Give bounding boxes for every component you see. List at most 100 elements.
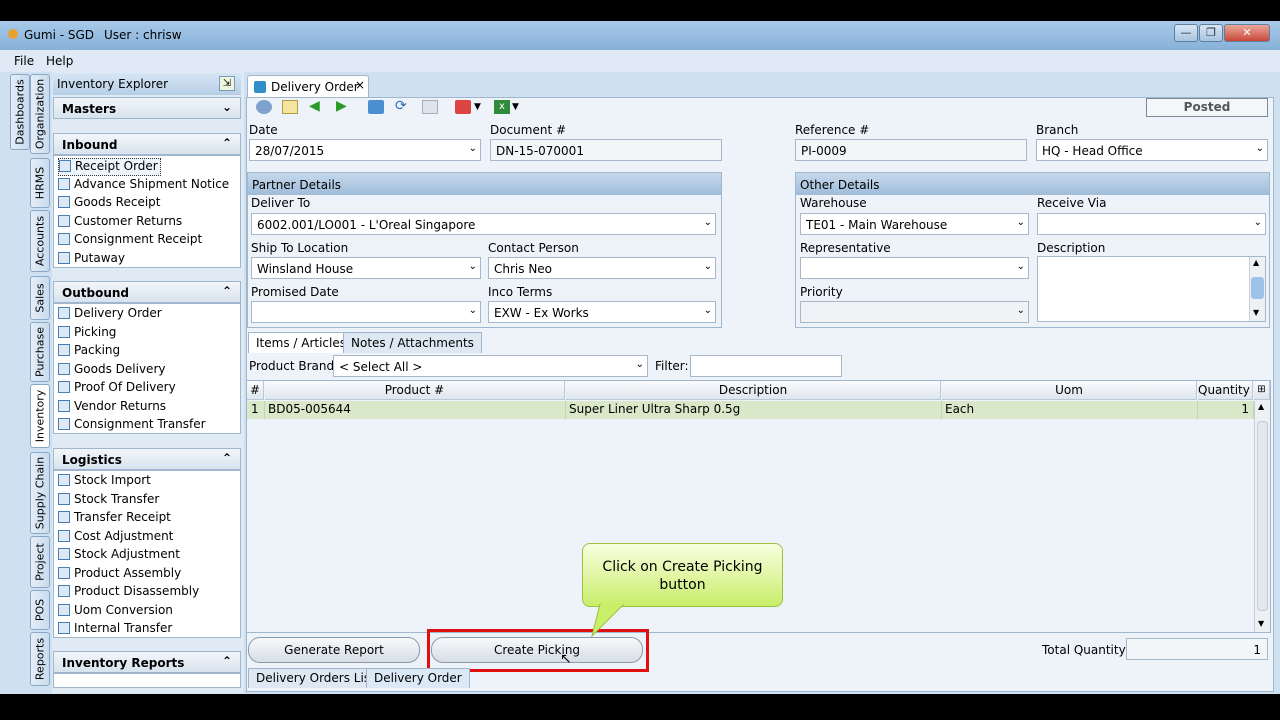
chevron-down-icon: ⌄ — [468, 305, 477, 316]
nav-goods-receipt[interactable]: Goods Receipt — [58, 195, 160, 213]
tab-reports[interactable]: Reports — [30, 632, 50, 686]
nav-advance-shipment-notice[interactable]: Advance Shipment Notice — [58, 177, 229, 195]
representative-select[interactable]: ⌄ — [800, 257, 1029, 279]
info-icon[interactable] — [256, 100, 272, 114]
nav-proof-of-delivery[interactable]: Proof Of Delivery — [58, 380, 176, 398]
chevron-up-icon: ⌃ — [221, 654, 232, 668]
document-number-field[interactable]: DN-15-070001 — [490, 139, 722, 161]
tab-accounts[interactable]: Accounts — [30, 210, 50, 272]
grid-icon[interactable] — [282, 100, 298, 114]
tab-organization[interactable]: Organization — [30, 74, 50, 154]
section-outbound[interactable]: Outbound ⌃ — [53, 281, 241, 303]
section-inbound[interactable]: Inbound ⌃ — [53, 133, 241, 155]
promised-date-picker[interactable]: ⌄ — [251, 301, 481, 323]
putaway-icon — [58, 252, 70, 264]
copy-icon[interactable] — [422, 100, 438, 114]
grid-scroll-thumb[interactable] — [1257, 421, 1268, 611]
representative-label: Representative — [800, 241, 891, 255]
grid-scrollbar[interactable]: ▲ ▼ — [1254, 401, 1270, 632]
ship-to-select[interactable]: Winsland House ⌄ — [251, 257, 481, 279]
description-textarea[interactable]: ▲ ▼ — [1037, 256, 1266, 322]
nav-goods-delivery[interactable]: Goods Delivery — [58, 362, 165, 380]
column-header-product[interactable]: Product # — [265, 381, 565, 400]
nav-product-disassembly[interactable]: Product Disassembly — [58, 584, 199, 602]
nav-delivery-order[interactable]: Delivery Order — [58, 306, 162, 324]
tab-supply-chain[interactable]: Supply Chain — [30, 452, 50, 534]
product-brand-select[interactable]: < Select All > ⌄ — [333, 355, 648, 377]
menu-file[interactable]: File — [14, 54, 34, 68]
nav-putaway[interactable]: Putaway — [58, 251, 125, 269]
save-icon[interactable] — [368, 100, 384, 114]
scroll-up-icon[interactable]: ▲ — [1258, 402, 1264, 411]
tab-purchase[interactable]: Purchase — [30, 322, 50, 382]
scroll-down-icon[interactable]: ▼ — [1258, 619, 1264, 628]
generate-report-button[interactable]: Generate Report — [248, 637, 420, 663]
tab-notes-attachments[interactable]: Notes / Attachments — [343, 332, 482, 353]
scroll-down-icon[interactable]: ▼ — [1253, 308, 1259, 317]
print-dropdown-icon[interactable]: ▼ — [474, 100, 490, 114]
close-tab-icon[interactable]: × — [355, 78, 365, 92]
nav-transfer-receipt[interactable]: Transfer Receipt — [58, 510, 171, 528]
nav-cost-adjustment[interactable]: Cost Adjustment — [58, 529, 173, 547]
receive-via-select[interactable]: ⌄ — [1037, 213, 1266, 235]
column-chooser-icon[interactable]: ⊞ — [1254, 381, 1270, 400]
minimize-icon[interactable]: — — [1174, 24, 1198, 42]
nav-picking[interactable]: Picking — [58, 325, 116, 343]
section-inventory-reports[interactable]: Inventory Reports ⌃ — [53, 651, 241, 673]
scroll-up-icon[interactable]: ▲ — [1253, 258, 1259, 267]
scroll-thumb[interactable] — [1251, 277, 1264, 299]
tab-dashboards[interactable]: Dashboards — [10, 74, 30, 150]
nav-vendor-returns[interactable]: Vendor Returns — [58, 399, 166, 417]
nav-consignment-transfer[interactable]: Consignment Transfer — [58, 417, 206, 435]
tab-project[interactable]: Project — [30, 536, 50, 588]
nav-stock-adjustment[interactable]: Stock Adjustment — [58, 547, 180, 565]
nav-product-assembly[interactable]: Product Assembly — [58, 566, 181, 584]
tab-items-articles[interactable]: Items / Articles — [248, 332, 354, 353]
priority-select[interactable]: ⌄ — [800, 301, 1029, 323]
forward-arrow-icon[interactable]: ▶ — [336, 99, 352, 114]
print-icon[interactable] — [455, 100, 471, 114]
delivery-order-icon — [58, 307, 70, 319]
nav-receipt-order[interactable]: Receipt Order — [58, 158, 161, 176]
goods-delivery-icon — [58, 363, 70, 375]
export-dropdown-icon[interactable]: ▼ — [512, 100, 528, 114]
menu-help[interactable]: Help — [46, 54, 73, 68]
nav-stock-import[interactable]: Stock Import — [58, 473, 151, 491]
contact-person-select[interactable]: Chris Neo ⌄ — [488, 257, 716, 279]
column-header-description[interactable]: Description — [566, 381, 941, 400]
refresh-icon[interactable]: ⟳ — [395, 99, 411, 114]
tab-pos[interactable]: POS — [30, 590, 50, 630]
column-header-quantity[interactable]: Quantity — [1198, 381, 1253, 400]
close-window-icon[interactable]: ✕ — [1224, 24, 1270, 42]
excel-icon[interactable]: x — [494, 100, 510, 114]
section-logistics[interactable]: Logistics ⌃ — [53, 448, 241, 470]
tab-delivery-order-doc[interactable]: Delivery Order × — [247, 75, 369, 97]
nav-stock-transfer[interactable]: Stock Transfer — [58, 492, 159, 510]
nav-consignment-receipt[interactable]: Consignment Receipt — [58, 232, 202, 250]
deliver-to-select[interactable]: 6002.001/LO001 - L'Oreal Singapore ⌄ — [251, 213, 716, 235]
filter-input[interactable] — [690, 355, 842, 377]
nav-packing[interactable]: Packing — [58, 343, 120, 361]
nav-uom-conversion[interactable]: Uom Conversion — [58, 603, 173, 621]
tab-hrms[interactable]: HRMS — [30, 158, 50, 208]
column-header-uom[interactable]: Uom — [942, 381, 1197, 400]
reference-field[interactable]: PI-0009 — [795, 139, 1027, 161]
section-masters[interactable]: Masters ⌄ — [53, 97, 241, 119]
date-picker[interactable]: 28/07/2015 ⌄ — [249, 139, 481, 161]
nav-customer-returns[interactable]: Customer Returns — [58, 214, 182, 232]
back-arrow-icon[interactable]: ◀ — [309, 99, 325, 114]
column-header-number[interactable]: # — [247, 381, 264, 400]
branch-select[interactable]: HQ - Head Office ⌄ — [1036, 139, 1268, 161]
tab-delivery-orders-list[interactable]: Delivery Orders List — [248, 668, 383, 688]
tab-delivery-order-form[interactable]: Delivery Order — [366, 668, 470, 688]
consignment-transfer-icon — [58, 418, 70, 430]
tab-inventory[interactable]: Inventory — [30, 384, 50, 448]
customer-returns-icon — [58, 215, 70, 227]
inco-terms-select[interactable]: EXW - Ex Works ⌄ — [488, 301, 716, 323]
tab-sales[interactable]: Sales — [30, 276, 50, 320]
maximize-icon[interactable]: ❐ — [1199, 24, 1223, 42]
pin-icon[interactable]: ⇲ — [219, 76, 235, 91]
warehouse-select[interactable]: TE01 - Main Warehouse ⌄ — [800, 213, 1029, 235]
nav-internal-transfer[interactable]: Internal Transfer — [58, 621, 172, 639]
description-scrollbar[interactable]: ▲ ▼ — [1249, 257, 1265, 321]
